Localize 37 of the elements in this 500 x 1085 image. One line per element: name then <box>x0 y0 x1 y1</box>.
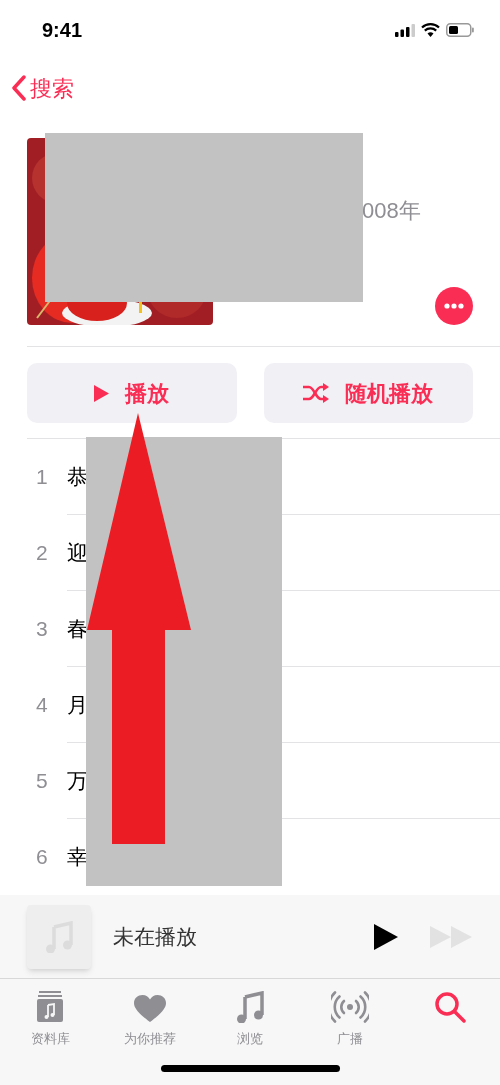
more-button[interactable] <box>435 287 473 325</box>
track-number: 6 <box>36 844 49 871</box>
ellipsis-icon <box>444 303 464 309</box>
battery-icon <box>446 23 474 37</box>
now-playing-title: 未在播放 <box>113 923 198 950</box>
track-title: 月 <box>67 691 88 718</box>
shuffle-button[interactable]: 随机播放 <box>263 363 473 423</box>
play-icon <box>94 384 110 402</box>
tab-item[interactable]: 资料库 <box>0 989 100 1049</box>
tab-item[interactable]: 广播 <box>300 989 400 1049</box>
track-title: 春 <box>67 615 88 642</box>
shuffle-icon <box>303 383 330 403</box>
track-title: 恭 <box>67 463 88 490</box>
wifi-icon <box>421 23 440 37</box>
status-time: 9:41 <box>42 18 83 43</box>
track-title: 迎 <box>67 539 88 566</box>
play-button[interactable]: 播放 <box>27 363 237 423</box>
library-icon <box>35 991 65 1023</box>
broadcast-icon <box>331 991 369 1023</box>
tab-item[interactable]: 为你推荐 <box>100 989 200 1049</box>
search-icon <box>434 991 466 1023</box>
album-meta: 008年 <box>362 197 422 225</box>
mini-player[interactable]: 未在播放 <box>0 895 500 979</box>
back-button[interactable]: 搜索 <box>12 71 74 105</box>
music-note-icon <box>236 991 264 1023</box>
track-number: 1 <box>36 464 49 491</box>
signal-icon <box>395 23 415 37</box>
tab-item[interactable]: 浏览 <box>200 989 300 1049</box>
track-title: 幸 <box>67 844 88 871</box>
track-number: 3 <box>36 616 49 643</box>
chevron-left-icon <box>12 75 26 101</box>
track-number: 2 <box>36 540 49 567</box>
track-number: 5 <box>36 768 49 795</box>
track-number: 4 <box>36 692 49 719</box>
track-title: 万 <box>67 767 88 794</box>
heart-icon <box>134 995 166 1023</box>
play-icon[interactable] <box>374 923 398 950</box>
